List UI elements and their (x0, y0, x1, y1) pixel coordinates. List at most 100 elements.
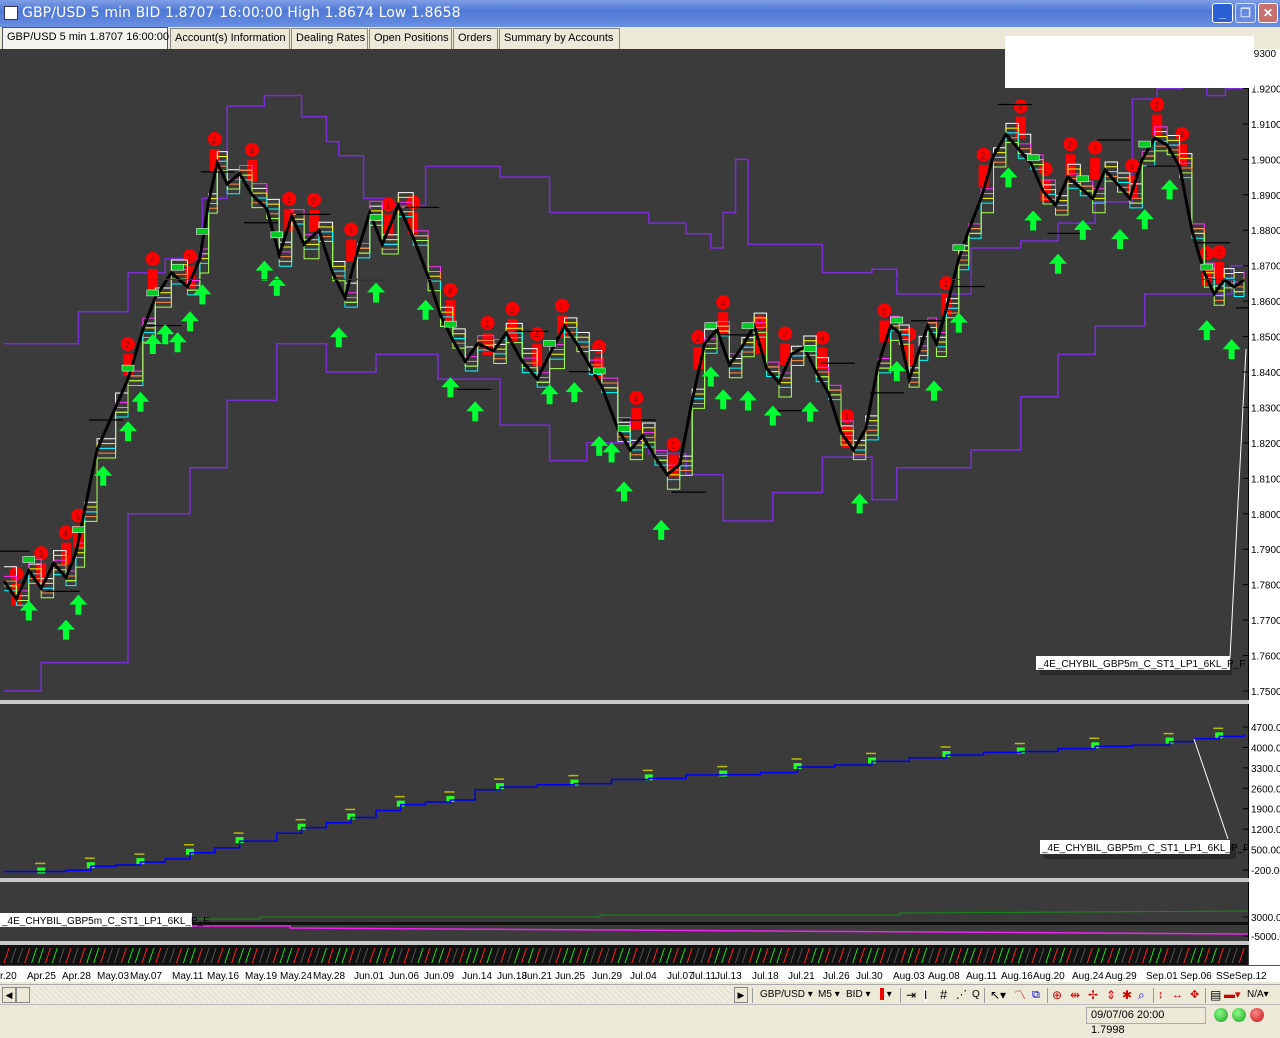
x-tick-label: Jun.21 (522, 971, 552, 982)
label-connector (1193, 738, 1229, 840)
sell-signal-number: 2 (1154, 100, 1159, 110)
buy-signal-arrow (131, 391, 150, 412)
scroll-thumb[interactable] (16, 987, 30, 1003)
status-datetime: 09/07/06 20:00 (1091, 1009, 1165, 1021)
chevron-down-icon: ▾ (807, 989, 813, 1000)
equity-floating-mark (719, 770, 728, 777)
tab-orders[interactable]: Orders (453, 28, 498, 49)
buy-signal-arrow (1160, 179, 1179, 200)
x-tick-label: Jun.06 (389, 971, 419, 982)
maximize-button[interactable]: ❐ (1235, 3, 1256, 23)
order-label-tag (171, 263, 184, 271)
y-tick-label: 1.7500 (1251, 687, 1280, 698)
sell-signal-number: 2 (1216, 248, 1221, 258)
sell-signal-number: 1 (559, 302, 564, 312)
order-label-tag (72, 526, 85, 533)
line-style-icon[interactable]: ▬▾ (1224, 988, 1241, 1002)
order-label-tag (22, 556, 36, 563)
order-label-tag (741, 322, 755, 329)
zoom-in-icon[interactable]: ⊕ (1052, 988, 1062, 1002)
x-tick-label: May.11 (172, 971, 204, 982)
chart-type-dropdown[interactable]: ▾ (880, 988, 892, 1002)
y-tick-label: 1.7800 (1251, 581, 1280, 592)
zoom-fit-icon[interactable]: ⌕ (1138, 988, 1145, 1002)
buy-signal-arrow (949, 312, 968, 333)
buy-signal-arrow (69, 594, 88, 615)
buy-signal-arrow (801, 401, 819, 422)
scale-both-icon[interactable]: ✥ (1190, 988, 1199, 1002)
na-dropdown[interactable]: N/A▾ (1247, 988, 1269, 1002)
chart-canvas[interactable]: 124124 1241 241 2412412412412 412412412 41241… (0, 49, 1280, 982)
order-label-tag (952, 244, 966, 251)
x-tick-label: Jun.25 (555, 971, 585, 982)
buy-signal-arrow (57, 619, 75, 640)
sell-signal-number: 2 (125, 340, 130, 350)
quote-button[interactable]: Q (972, 988, 980, 1002)
tab-account-information[interactable]: Account(s) Information (170, 28, 290, 49)
timeframe-dropdown[interactable]: M5 ▾ (818, 988, 840, 1002)
cursor-icon[interactable]: ↖▾ (990, 988, 1006, 1002)
order-label-tag (1138, 140, 1152, 148)
panel-divider (0, 941, 1280, 945)
buy-signal-arrow (1197, 320, 1216, 341)
sell-signal-bar (1015, 116, 1026, 139)
close-button[interactable]: ✕ (1258, 3, 1278, 23)
compress-vertical-icon[interactable]: ✱ (1122, 988, 1132, 1002)
buy-signal-arrow (615, 481, 633, 502)
buy-signal-arrow (999, 167, 1018, 188)
sell-signal-bar (817, 347, 828, 370)
y-tick-label: .9300 (1251, 49, 1276, 60)
minimize-button[interactable]: _ (1212, 3, 1233, 23)
y-tick-label: 1.8000 (1251, 510, 1280, 521)
sell-signal-number: 2 (311, 196, 316, 206)
horizontal-scrollbar-track[interactable] (31, 987, 731, 1003)
buy-signal-arrow (850, 493, 869, 514)
candle-icon (880, 988, 884, 1001)
zoom-region-icon[interactable]: ⋰ (956, 988, 967, 1002)
x-tick-label: May.28 (313, 971, 345, 982)
scale-vertical-icon[interactable]: ↕ (1158, 988, 1164, 1002)
crosshair-scale-icon[interactable]: I (924, 988, 928, 1002)
object-icon[interactable]: ⧉ (1032, 988, 1040, 1002)
y-tick-label: 1.9100 (1251, 120, 1280, 131)
buy-signal-arrow (1222, 339, 1241, 360)
tab-open-positions[interactable]: Open Positions (369, 28, 452, 49)
order-label-tag (146, 289, 160, 297)
price-side-dropdown[interactable]: BID ▾ (846, 988, 870, 1002)
buy-signal-arrow (565, 382, 584, 403)
expand-horizontal-icon[interactable]: ✢ (1088, 988, 1098, 1002)
x-tick-label: May.16 (207, 971, 239, 982)
buy-signal-arrow (255, 260, 274, 281)
scroll-right-button[interactable]: ▶ (734, 987, 748, 1003)
chevron-down-icon: ▾ (834, 989, 840, 1000)
sell-signal-number: 1 (1129, 162, 1134, 172)
order-label-tag (617, 425, 631, 432)
x-tick-label: May.19 (245, 971, 277, 982)
trendline-icon[interactable]: 〽 (1014, 988, 1026, 1002)
tab-dealing-rates[interactable]: Dealing Rates (291, 28, 368, 49)
x-tick-label: Jun.14 (462, 971, 492, 982)
template-icon[interactable]: ▤ (1210, 988, 1221, 1002)
x-tick-label: Aug.29 (1105, 971, 1137, 982)
tab-summary-by-accounts[interactable]: Summary by Accounts (499, 28, 620, 49)
symbol-dropdown[interactable]: GBP/USD ▾ (760, 988, 813, 1002)
scale-horizontal-icon[interactable]: ↔ (1172, 988, 1183, 1002)
grid-icon[interactable]: # (940, 988, 947, 1002)
sell-signal-number: 2 (38, 549, 43, 559)
tab-chart[interactable]: GBP/USD 5 min 1.8707 16:00:00 (2, 27, 169, 49)
scroll-left-button[interactable]: ◀ (2, 987, 16, 1003)
expand-vertical-icon[interactable]: ⇕ (1106, 988, 1116, 1002)
connection-c-icon (1232, 1008, 1246, 1022)
sell-signal-bar (1090, 157, 1101, 180)
y-tick-label: 500.00 (1251, 846, 1280, 857)
buy-signal-arrow (143, 333, 162, 354)
x-tick-label: Aug.20 (1033, 971, 1065, 982)
order-label-tag (543, 340, 556, 347)
compress-horizontal-icon[interactable]: ⇹ (1070, 988, 1080, 1002)
chart-area[interactable]: 1241241241241241241241241241241241241241… (0, 49, 1280, 982)
end-of-chart-icon[interactable]: ⇥ (906, 988, 916, 1002)
y-tick-label: 1.9200 (1251, 84, 1280, 95)
price-panel: 124124 1241 241 2412412412412 412412412 41241… (0, 73, 1280, 692)
signal-strip-background (0, 945, 1248, 965)
buy-signal-arrow (19, 600, 38, 621)
